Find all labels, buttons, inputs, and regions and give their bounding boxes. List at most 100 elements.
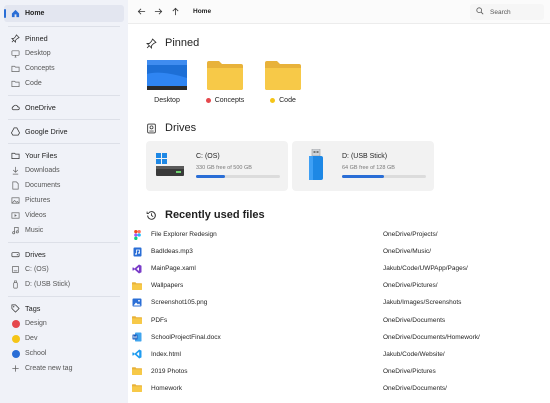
video-icon (11, 211, 20, 220)
drive-free-space: 64 GB free of 128 GB (342, 165, 395, 171)
pinned-item-label: Concepts (205, 97, 244, 104)
file-name: 2019 Photos (151, 367, 188, 375)
image-file-icon (132, 298, 142, 308)
sidebar-item-drive-c[interactable]: C: (OS) (0, 262, 128, 277)
file-path: OneDrive/Documents (383, 316, 446, 324)
sidebar-item-pinned[interactable]: Pinned (0, 31, 128, 46)
search-input[interactable]: Search (470, 4, 544, 20)
table-row[interactable]: Index.html Jakub/Code/Website/ (128, 346, 528, 363)
pinned-items: Desktop Concepts Code (146, 60, 312, 104)
table-row[interactable]: Wallpapers OneDrive/Pictures/ (128, 277, 528, 294)
folder-icon (132, 281, 142, 291)
sidebar-item-videos[interactable]: Videos (0, 208, 128, 223)
sidebar-item-drive-d[interactable]: D: (USB Stick) (0, 277, 128, 292)
sidebar-item-documents[interactable]: Documents (0, 178, 128, 193)
drive-card-d[interactable]: D: (USB Stick) 64 GB free of 128 GB (292, 141, 434, 191)
divider (8, 296, 120, 297)
monitor-icon (11, 49, 20, 58)
table-row[interactable]: 2019 Photos OneDrive/Pictures (128, 363, 528, 380)
table-row[interactable]: MainPage.xaml Jakub/Code/UWPApp/Pages/ (128, 260, 528, 277)
folder-icon (132, 366, 142, 376)
drive-name: C: (OS) (196, 153, 220, 160)
section-header: Pinned (146, 36, 199, 50)
sidebar-item-music[interactable]: Music (0, 223, 128, 238)
drive-card-c[interactable]: C: (OS) 330 GB free of 500 GB (146, 141, 288, 191)
sidebar-item-label: Pictures (25, 197, 51, 204)
tag-color-dot (11, 334, 20, 343)
table-row[interactable]: BadIdeas.mp3 OneDrive/Music/ (128, 243, 528, 260)
table-row[interactable]: SchoolProjectFinal.docx OneDrive/Document… (128, 329, 528, 346)
pinned-item-code[interactable]: Code (254, 60, 312, 104)
pinned-item-desktop[interactable]: Desktop (138, 60, 196, 104)
sidebar-item-downloads[interactable]: Downloads (0, 163, 128, 178)
sidebar-item-onedrive[interactable]: OneDrive (0, 100, 128, 115)
forward-arrow-icon[interactable] (151, 5, 165, 19)
folder-icon (132, 315, 142, 325)
sidebar-item-label: Concepts (25, 65, 55, 72)
sidebar-item-label: Code (25, 80, 42, 87)
usb-icon (11, 280, 20, 289)
vscode-icon (132, 349, 142, 359)
create-new-tag-button[interactable]: Create new tag (0, 361, 128, 376)
drive-usage-fill (196, 175, 225, 178)
sidebar-item-drives[interactable]: Drives (0, 247, 128, 262)
sidebar-item-label: Documents (25, 182, 61, 189)
file-explorer-window: Home Pinned Desktop Concepts Code OneDri… (0, 0, 550, 403)
file-path: Jakub/Images/Screenshots (383, 299, 462, 307)
folder-icon (11, 64, 20, 73)
sidebar-item-tag-school[interactable]: School (0, 346, 128, 361)
pinned-item-concepts[interactable]: Concepts (196, 60, 254, 104)
pinned-section: Pinned Desktop Concepts Code (146, 36, 301, 104)
back-arrow-icon[interactable] (134, 5, 148, 19)
sidebar-item-pictures[interactable]: Pictures (0, 193, 128, 208)
drive-usage-bar (196, 175, 280, 178)
sidebar-item-tags[interactable]: Tags (0, 301, 128, 316)
section-title: Drives (165, 122, 197, 134)
table-row[interactable]: PDFs OneDrive/Documents (128, 311, 528, 328)
figma-icon (132, 229, 142, 240)
up-arrow-icon[interactable] (168, 5, 182, 19)
sidebar-item-label: School (25, 350, 47, 357)
section-title: Recently used files (165, 209, 265, 221)
table-row[interactable]: Homework OneDrive/Documents/ (128, 380, 528, 397)
sidebar-item-concepts[interactable]: Concepts (0, 61, 128, 76)
table-row[interactable]: Screenshot105.png Jakub/Images/Screenshot… (128, 294, 528, 311)
tag-icon (11, 304, 20, 313)
file-path: OneDrive/Documents/ (383, 384, 447, 392)
sidebar-item-label: C: (OS) (25, 266, 49, 273)
file-name: BadIdeas.mp3 (151, 248, 193, 256)
recent-files-list: File Explorer Redesign OneDrive/Projects/… (128, 226, 528, 397)
divider (8, 119, 120, 120)
table-row[interactable]: File Explorer Redesign OneDrive/Projects/ (128, 226, 528, 243)
sidebar-item-label: Videos (25, 212, 47, 219)
divider (8, 143, 120, 144)
drive-cards: C: (OS) 330 GB free of 500 GB D: (USB St… (146, 141, 438, 191)
section-title: Pinned (165, 37, 200, 49)
tag-color-dot (11, 319, 20, 328)
pin-icon (11, 34, 20, 43)
folder-icon (263, 60, 303, 90)
sidebar-item-tag-design[interactable]: Design (0, 316, 128, 331)
file-name: PDFs (151, 316, 168, 324)
sidebar-item-desktop[interactable]: Desktop (0, 46, 128, 61)
divider (8, 242, 120, 243)
drive-icon (146, 123, 157, 134)
picture-icon (11, 196, 20, 205)
sidebar-item-google-drive[interactable]: Google Drive (0, 124, 128, 139)
sidebar-item-label: Desktop (25, 50, 51, 57)
file-name: Wallpapers (151, 282, 184, 290)
sidebar-item-label: Tags (25, 304, 41, 313)
sidebar-item-your-files[interactable]: Your Files (0, 148, 128, 163)
sidebar-item-code[interactable]: Code (0, 76, 128, 91)
drive-icon (11, 250, 20, 259)
sidebar-item-home[interactable]: Home (4, 5, 124, 22)
sidebar-item-tag-dev[interactable]: Dev (0, 331, 128, 346)
sidebar-item-label: Home (25, 10, 45, 17)
file-name: SchoolProjectFinal.docx (151, 333, 221, 341)
pinned-item-label: Desktop (154, 97, 180, 104)
drive-name: D: (USB Stick) (342, 153, 388, 160)
drive-usage-fill (342, 175, 384, 178)
address-bar[interactable]: Home (185, 4, 475, 20)
search-icon (476, 7, 490, 17)
tag-color-dot (11, 349, 20, 358)
